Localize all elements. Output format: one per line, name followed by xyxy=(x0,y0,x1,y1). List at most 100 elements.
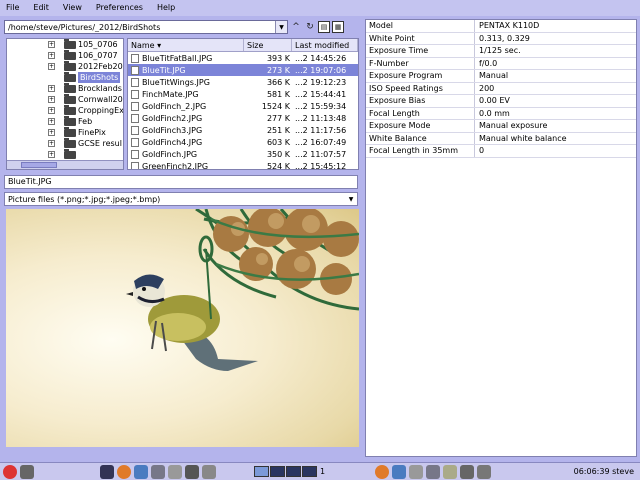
tree-item[interactable]: + Feb xyxy=(7,116,123,127)
tree-item[interactable]: + FinePix xyxy=(7,127,123,138)
expand-icon[interactable]: + xyxy=(48,85,55,92)
file-size-cell: 603 K xyxy=(266,137,290,147)
firefox-task-icon[interactable] xyxy=(375,464,390,479)
exif-key: ISO Speed Ratings xyxy=(366,82,475,94)
tree-horizontal-scrollbar[interactable] xyxy=(7,160,123,169)
tree-item[interactable]: BirdShots xyxy=(7,72,123,83)
expand-icon[interactable]: + xyxy=(48,140,55,147)
image-file-icon xyxy=(131,53,139,63)
tree-item-label: BirdShots xyxy=(78,72,121,83)
image-file-icon xyxy=(131,101,139,111)
up-arrow-icon[interactable]: ^ xyxy=(290,21,302,33)
workspace-3[interactable] xyxy=(286,466,301,477)
exif-value: 0.313, 0.329 xyxy=(479,33,530,43)
volume-icon[interactable] xyxy=(477,464,492,479)
menu-preferences[interactable]: Preferences xyxy=(90,0,151,16)
file-row[interactable]: GoldFinch4.JPG 603 K ...2 16:07:49 xyxy=(128,136,358,148)
bookmark-icon[interactable]: ▤ xyxy=(318,21,330,33)
folder-icon xyxy=(64,50,76,60)
folder-icon xyxy=(64,61,76,71)
grid-view-icon[interactable]: ▦ xyxy=(332,21,344,33)
file-row[interactable]: BlueTitWings.JPG 366 K ...2 19:12:23 xyxy=(128,76,358,88)
menu-bar: File Edit View Preferences Help xyxy=(0,0,640,16)
filename-field[interactable]: BlueTit.JPG xyxy=(4,175,358,189)
file-manager-icon[interactable] xyxy=(134,464,148,479)
tree-item-label: 2012Feb20 xyxy=(78,62,123,71)
expand-icon[interactable]: + xyxy=(48,52,55,59)
folder-icon xyxy=(64,105,76,115)
settings-icon[interactable] xyxy=(202,464,216,479)
folder-tree[interactable]: +105_0706 +106_0707 +2012Feb20 BirdShots + Br… xyxy=(6,38,124,170)
app-menu-icon[interactable] xyxy=(20,464,34,479)
file-size-cell: 393 K xyxy=(266,53,290,63)
path-combobox[interactable]: /home/steve/Pictures/_2012/BirdShots ▼ xyxy=(4,20,288,34)
menu-file[interactable]: File xyxy=(0,0,27,16)
folder-icon xyxy=(64,83,76,93)
workspace-1[interactable] xyxy=(254,466,269,477)
power-icon[interactable] xyxy=(3,464,17,479)
refresh-icon[interactable]: ↻ xyxy=(304,21,316,33)
column-header-modified[interactable]: Last modified xyxy=(292,39,358,51)
exif-row: Exposure Time 1/125 sec. xyxy=(366,45,636,58)
chevron-down-icon[interactable]: ▼ xyxy=(275,21,287,33)
chat-task-icon[interactable] xyxy=(443,464,458,479)
column-header-size[interactable]: Size xyxy=(244,39,292,51)
workspace-number: 1 xyxy=(320,467,326,476)
menu-help[interactable]: Help xyxy=(151,0,183,16)
exif-value: Manual white balance xyxy=(479,133,567,143)
file-row[interactable]: GreenFinch2.JPG 524 K ...2 15:45:12 xyxy=(128,160,358,169)
file-date-cell: ...2 11:13:48 xyxy=(295,113,347,123)
tree-item[interactable]: + CroppingEx xyxy=(7,105,123,116)
expand-icon[interactable]: + xyxy=(48,151,55,158)
file-row[interactable]: FinchMate.JPG 581 K ...2 15:44:41 xyxy=(128,88,358,100)
image-file-icon xyxy=(131,113,139,123)
exif-row: ISO Speed Ratings 200 xyxy=(366,82,636,95)
expand-icon[interactable]: + xyxy=(48,96,55,103)
tree-item[interactable]: + Brocklands xyxy=(7,83,123,94)
menu-view[interactable]: View xyxy=(57,0,90,16)
file-row[interactable]: GoldFinch2.JPG 277 K ...2 11:13:48 xyxy=(128,112,358,124)
file-list-header: Name ▾ Size Last modified xyxy=(128,39,358,52)
exif-key: Exposure Bias xyxy=(366,95,475,107)
exif-row: Focal Length 0.0 mm xyxy=(366,107,636,120)
exif-value: 200 xyxy=(479,83,495,93)
file-row[interactable]: GoldFinch.JPG 350 K ...2 11:07:57 xyxy=(128,148,358,160)
terminal-icon[interactable] xyxy=(185,464,199,479)
tree-item[interactable]: +106_0707 xyxy=(7,50,123,61)
file-row[interactable]: BlueTit.JPG 273 K ...2 19:07:06 xyxy=(128,64,358,76)
file-list[interactable]: Name ▾ Size Last modified BlueTitFatBall… xyxy=(127,38,359,170)
blue-tit-photo xyxy=(126,209,359,371)
tree-item[interactable]: + xyxy=(7,149,123,160)
exif-value: 0.00 EV xyxy=(479,96,510,105)
tree-item[interactable]: +2012Feb20 xyxy=(7,61,123,72)
exif-key: Exposure Mode xyxy=(366,120,475,132)
tree-item[interactable]: +105_0706 xyxy=(7,39,123,50)
chevron-down-icon[interactable]: ▼ xyxy=(345,193,357,205)
viewer-task-icon[interactable] xyxy=(426,464,441,479)
menu-edit[interactable]: Edit xyxy=(27,0,57,16)
file-type-filter[interactable]: Picture files (*.png;*.jpg;*.jpeg;*.bmp)… xyxy=(4,192,358,206)
tree-item[interactable]: + GCSE resul xyxy=(7,138,123,149)
expand-icon[interactable]: + xyxy=(48,129,55,136)
file-row[interactable]: GoldFinch3.JPG 251 K ...2 11:17:56 xyxy=(128,124,358,136)
workspace-4[interactable] xyxy=(302,466,317,477)
tree-item[interactable]: + Cornwall20 xyxy=(7,94,123,105)
expand-icon[interactable]: + xyxy=(48,107,55,114)
exif-key: Exposure Time xyxy=(366,45,475,57)
file-row[interactable]: BlueTitFatBall.JPG 393 K ...2 14:45:26 xyxy=(128,52,358,64)
file-row[interactable]: GoldFinch_2.JPG 1524 K ...2 15:59:34 xyxy=(128,100,358,112)
desktop-icon[interactable] xyxy=(100,464,114,479)
folder-task-icon[interactable] xyxy=(392,464,407,479)
workspace-2[interactable] xyxy=(270,466,285,477)
editor-task-icon[interactable] xyxy=(409,464,424,479)
text-editor-icon[interactable] xyxy=(168,464,182,479)
expand-icon[interactable]: + xyxy=(48,118,55,125)
path-toolbar: /home/steve/Pictures/_2012/BirdShots ▼ ^… xyxy=(4,19,360,35)
network-icon[interactable] xyxy=(460,464,475,479)
expand-icon[interactable]: + xyxy=(48,63,55,70)
firefox-icon[interactable] xyxy=(117,464,131,479)
column-header-name[interactable]: Name ▾ xyxy=(128,39,244,51)
scrollbar-thumb[interactable] xyxy=(21,162,57,168)
search-icon[interactable] xyxy=(151,464,165,479)
expand-icon[interactable]: + xyxy=(48,41,55,48)
